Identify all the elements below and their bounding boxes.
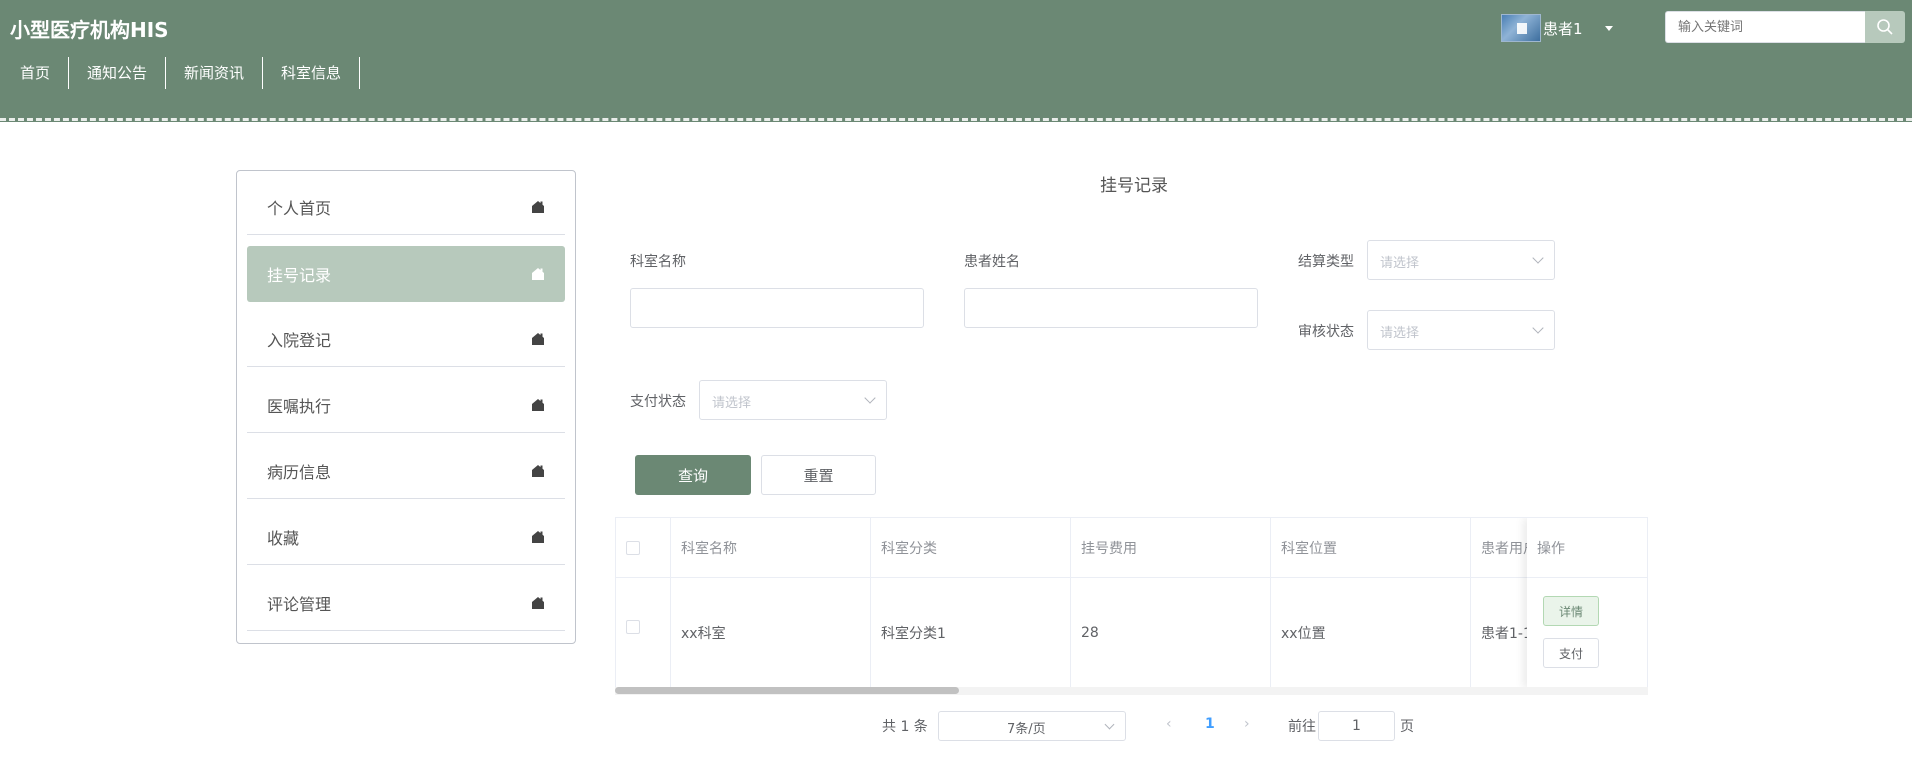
page-size-select[interactable]: 7条/页 [938,711,1126,741]
goto-page-input[interactable]: 1 [1318,711,1395,741]
avatar[interactable] [1501,14,1541,42]
pay-status-select[interactable]: 请选择 [699,380,887,420]
nav-departments[interactable]: 科室信息 [263,57,361,89]
sidebar-item-label: 入院登记 [267,330,332,350]
table-cell: xx科室 [671,578,871,688]
select-placeholder: 请选择 [1380,256,1420,271]
sidebar-item-records[interactable]: 病历信息 [247,443,565,499]
nav-notices[interactable]: 通知公告 [69,57,167,89]
column-header: 科室名称 [671,518,871,578]
audit-status-select[interactable]: 请选择 [1367,310,1555,350]
chevron-right-icon[interactable]: › [1244,716,1250,732]
chevron-down-icon [1532,252,1544,264]
sidebar-item-favorites[interactable]: 收藏 [247,509,565,565]
sidebar-item-label: 挂号记录 [267,266,332,285]
dept-name-input[interactable] [630,288,924,328]
home-icon [532,530,544,543]
column-header: 科室位置 [1271,518,1471,578]
nav-news[interactable]: 新闻资讯 [166,57,264,89]
sidebar-item-label: 个人首页 [267,198,332,218]
home-icon [532,268,544,280]
search-icon [1877,19,1893,35]
chevron-down-icon [1532,322,1544,334]
select-placeholder: 请选择 [1380,326,1420,341]
select-all-checkbox[interactable] [626,540,640,555]
query-button[interactable]: 查询 [635,455,751,495]
patient-name-input[interactable] [964,288,1258,328]
select-all-cell [616,518,671,578]
column-header: 操作 [1527,518,1647,578]
sidebar-item-profile[interactable]: 个人首页 [247,179,565,235]
nav-home[interactable]: 首页 [0,57,70,89]
reset-button[interactable]: 重置 [761,455,876,495]
row-checkbox[interactable] [626,620,640,634]
patient-name-label: 患者姓名 [964,254,1020,270]
chevron-down-icon [1104,719,1115,730]
search-input[interactable] [1665,11,1865,43]
sidebar-item-label: 评论管理 [267,594,332,614]
column-header: 科室分类 [871,518,1071,578]
pay-button[interactable]: 支付 [1543,638,1599,668]
sidebar-item-admission[interactable]: 入院登记 [247,311,565,367]
sidebar-item-label: 收藏 [267,528,300,548]
goto-label: 前往 [1288,719,1316,735]
sidebar-item-comments[interactable]: 评论管理 [247,575,565,631]
operation-column: 操作 详情 支付 [1527,518,1647,688]
search-button[interactable] [1865,11,1905,43]
home-icon [532,596,544,609]
pay-status-label: 支付状态 [630,394,686,410]
sidebar-item-label: 病历信息 [267,462,332,482]
pagination-total: 共 1 条 [882,719,928,735]
home-icon [532,200,544,213]
audit-status-label: 审核状态 [1298,324,1354,340]
home-icon [532,464,544,477]
header-divider [0,118,1912,122]
settle-type-label: 结算类型 [1298,254,1354,270]
chevron-left-icon[interactable]: ‹ [1166,716,1172,732]
table-cell: 28 [1071,578,1271,688]
user-menu[interactable]: 患者1 [1501,14,1613,42]
page-unit-label: 页 [1400,719,1414,735]
app-title: 小型医疗机构HIS [10,18,169,42]
dept-name-label: 科室名称 [630,254,686,270]
column-header: 挂号费用 [1071,518,1271,578]
top-header: 小型医疗机构HIS 首页 通知公告 新闻资讯 科室信息 患者1 [0,0,1912,122]
user-name[interactable]: 患者1 [1543,18,1583,39]
search-box [1665,11,1905,43]
sidebar-item-label: 医嘱执行 [267,396,332,416]
select-placeholder: 请选择 [712,396,752,411]
chevron-down-icon [864,392,876,404]
sidebar-item-registration[interactable]: 挂号记录 [247,246,565,302]
settle-type-select[interactable]: 请选择 [1367,240,1555,280]
page-number[interactable]: 1 [1205,716,1215,732]
home-icon [532,398,544,411]
table-cell: xx位置 [1271,578,1471,688]
registration-table: 科室名称 科室分类 挂号费用 科室位置 患者用户 xx科室 科室分类1 28 x… [615,517,1648,695]
sidebar: 个人首页 挂号记录 入院登记 医嘱执行 病历信息 收藏 评论管理 [236,170,576,644]
home-icon [532,332,544,345]
row-checkbox-cell [616,578,671,688]
sidebar-item-orders[interactable]: 医嘱执行 [247,377,565,433]
chevron-down-icon[interactable] [1604,25,1613,31]
scrollbar-thumb[interactable] [615,687,959,694]
page-size-value: 7条/页 [1007,722,1046,737]
page-title: 挂号记录 [1100,176,1168,196]
top-nav: 首页 通知公告 新闻资讯 科室信息 [0,57,361,89]
detail-button[interactable]: 详情 [1543,596,1599,626]
table-cell: 科室分类1 [871,578,1071,688]
